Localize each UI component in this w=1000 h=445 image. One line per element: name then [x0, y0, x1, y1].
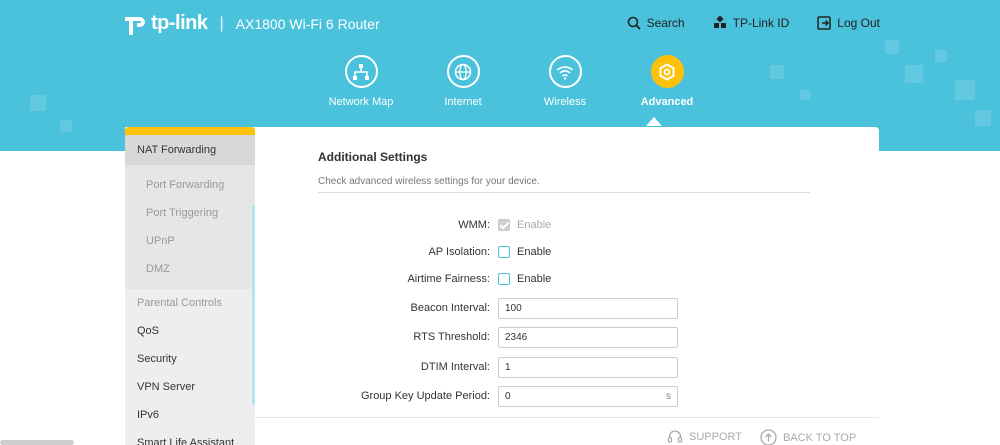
- sidebar-item-nat-forwarding[interactable]: NAT Forwarding: [125, 135, 255, 165]
- headset-icon: [667, 430, 683, 443]
- tplink-id-link[interactable]: TP-Link ID: [713, 16, 790, 30]
- section-title: Additional Settings: [318, 150, 428, 164]
- group-key-value: 0: [505, 390, 511, 402]
- sidebar-item-port-forwarding[interactable]: Port Forwarding: [125, 171, 255, 199]
- logo-separator: |: [219, 14, 224, 32]
- logout-icon: [817, 16, 832, 30]
- dtim-interval-input[interactable]: 1: [498, 356, 678, 378]
- rts-threshold-row: RTS Threshold: 2346: [255, 326, 879, 348]
- main-nav: Network Map Internet Wireless Advanced: [310, 55, 718, 108]
- logout-label: Log Out: [837, 16, 880, 30]
- sidebar-item-vpn-server[interactable]: VPN Server: [125, 373, 255, 401]
- ap-isolation-row: AP Isolation: Enable: [255, 241, 879, 263]
- group-key-input[interactable]: 0 s: [498, 385, 678, 407]
- tp-link-logo-icon: [125, 13, 147, 35]
- nav-advanced[interactable]: Advanced: [616, 55, 718, 108]
- search-link[interactable]: Search: [627, 16, 685, 30]
- tp-link-logo: tp-link | AX1800 Wi-Fi 6 Router: [125, 12, 380, 35]
- dtim-interval-value: 1: [505, 361, 511, 373]
- nav-network-map-label: Network Map: [328, 96, 394, 108]
- sidebar-item-smart-life-assistant[interactable]: Smart Life Assistant: [125, 429, 255, 445]
- wmm-label: WMM:: [458, 219, 490, 231]
- nav-wireless-label: Wireless: [543, 96, 587, 108]
- search-label: Search: [646, 16, 685, 30]
- nav-advanced-label: Advanced: [640, 96, 694, 108]
- support-link[interactable]: SUPPORT: [667, 429, 742, 445]
- wmm-option-label: Enable: [517, 219, 552, 231]
- sidebar-item-upnp[interactable]: UPnP: [125, 227, 255, 255]
- group-key-row: Group Key Update Period: 0 s: [255, 385, 879, 407]
- ap-isolation-label: AP Isolation:: [428, 246, 490, 258]
- airtime-fairness-row: Airtime Fairness: Enable: [255, 268, 879, 290]
- sidebar-subgroup: Port Forwarding Port Triggering UPnP DMZ: [125, 165, 255, 289]
- dtim-interval-row: DTIM Interval: 1: [255, 356, 879, 378]
- sidebar-item-security[interactable]: Security: [125, 345, 255, 373]
- search-icon: [627, 16, 641, 30]
- wmm-checkbox[interactable]: [498, 219, 510, 231]
- airtime-fairness-option-label: Enable: [517, 273, 552, 285]
- sidebar-item-dmz[interactable]: DMZ: [125, 255, 255, 283]
- arrow-up-circle-icon: [760, 429, 777, 445]
- sidebar-item-parental-controls[interactable]: Parental Controls: [125, 289, 255, 317]
- ap-isolation-option-label: Enable: [517, 246, 552, 258]
- sidebar: NAT Forwarding Port Forwarding Port Trig…: [125, 127, 255, 445]
- logout-link[interactable]: Log Out: [817, 16, 880, 30]
- wifi-icon: [548, 55, 582, 88]
- dtim-interval-label: DTIM Interval:: [420, 361, 490, 373]
- support-label: SUPPORT: [689, 431, 742, 443]
- back-to-top-label: BACK TO TOP: [783, 431, 857, 444]
- router-model: AX1800 Wi-Fi 6 Router: [235, 15, 380, 32]
- back-to-top-link[interactable]: BACK TO TOP: [760, 429, 856, 445]
- sidebar-item-port-triggering[interactable]: Port Triggering: [125, 199, 255, 227]
- beacon-interval-row: Beacon Interval: 100: [255, 297, 879, 319]
- nav-internet-label: Internet: [444, 96, 482, 108]
- airtime-fairness-checkbox[interactable]: [498, 273, 510, 285]
- sidebar-item-ipv6[interactable]: IPv6: [125, 401, 255, 429]
- sidebar-accent-bar: [125, 127, 255, 135]
- active-nav-caret: [646, 117, 662, 126]
- group-key-unit: s: [666, 390, 671, 402]
- tplink-id-icon: [713, 16, 726, 28]
- nav-wireless[interactable]: Wireless: [514, 55, 616, 108]
- section-description: Check advanced wireless settings for you…: [318, 176, 540, 187]
- gear-icon: [650, 55, 684, 88]
- main-panel: Additional Settings Check advanced wirel…: [255, 127, 879, 417]
- globe-icon: [446, 55, 480, 88]
- section-divider: [318, 192, 810, 193]
- ap-isolation-checkbox[interactable]: [498, 246, 510, 258]
- beacon-interval-label: Beacon Interval:: [410, 302, 491, 314]
- beacon-interval-input[interactable]: 100: [498, 297, 678, 319]
- tplink-id-label: TP-Link ID: [732, 16, 790, 30]
- footer: SUPPORT BACK TO TOP: [255, 417, 879, 445]
- logo-text: tp-link: [151, 12, 208, 34]
- network-map-icon: [344, 55, 378, 88]
- airtime-fairness-label: Airtime Fairness:: [407, 273, 490, 285]
- horizontal-scrollbar[interactable]: [0, 440, 74, 445]
- rts-threshold-value: 2346: [505, 331, 528, 343]
- sidebar-item-qos[interactable]: QoS: [125, 317, 255, 345]
- rts-threshold-input[interactable]: 2346: [498, 326, 678, 348]
- group-key-label: Group Key Update Period:: [360, 390, 490, 402]
- rts-threshold-label: RTS Threshold:: [413, 331, 490, 343]
- nav-internet[interactable]: Internet: [412, 55, 514, 108]
- nav-network-map[interactable]: Network Map: [310, 55, 412, 108]
- wmm-row: WMM: Enable: [255, 214, 879, 236]
- beacon-interval-value: 100: [505, 302, 522, 314]
